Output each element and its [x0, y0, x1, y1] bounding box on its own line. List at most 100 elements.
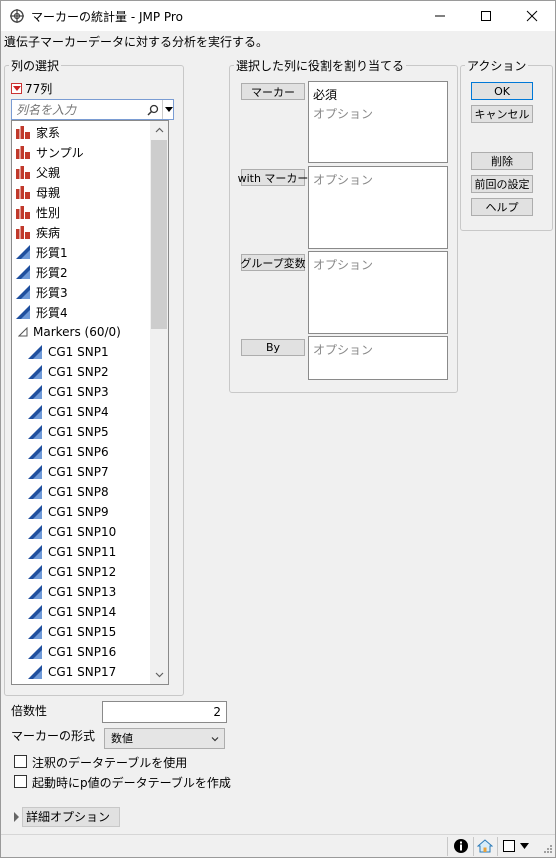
column-list-item[interactable]: CG1 SNP2	[27, 362, 109, 382]
info-icon[interactable]	[453, 838, 469, 854]
role-button-with-marker[interactable]: with マーカー	[238, 169, 308, 186]
role-list-marker[interactable]: 必須 オプション	[308, 81, 448, 163]
continuous-triangle-icon	[28, 645, 42, 659]
role-button-by[interactable]: By	[241, 339, 305, 356]
column-list-scrollbar[interactable]	[150, 121, 168, 684]
nominal-bar-icon	[16, 126, 30, 139]
column-list-item[interactable]: CG1 SNP5	[27, 422, 109, 442]
advanced-options-button[interactable]: 詳細オプション	[22, 807, 120, 827]
column-list-item[interactable]: 父親	[15, 162, 60, 182]
actions-label: アクション	[465, 57, 529, 74]
column-search-input[interactable]	[16, 102, 144, 117]
continuous-triangle-icon	[28, 365, 42, 379]
column-list-item[interactable]: 疾病	[15, 222, 60, 242]
continuous-triangle-icon	[16, 285, 30, 299]
maximize-button[interactable]	[463, 1, 509, 31]
group-collapse-triangle-icon[interactable]	[18, 327, 28, 337]
column-list-item[interactable]: CG1 SNP15	[27, 622, 116, 642]
column-list-item[interactable]: CG1 SNP1	[27, 342, 109, 362]
pvalue-table-checkbox[interactable]	[14, 775, 27, 788]
role-list-with-marker[interactable]: オプション	[308, 166, 448, 249]
column-list-item[interactable]: サンプル	[15, 142, 84, 162]
role-optional-text: オプション	[313, 107, 374, 121]
cancel-button[interactable]: キャンセル	[471, 105, 533, 123]
advanced-options-outline[interactable]: 詳細オプション	[14, 807, 120, 827]
column-group-header[interactable]: Markers (60/0)	[18, 322, 121, 342]
recall-button[interactable]: 前回の設定	[471, 175, 533, 193]
ploidy-input[interactable]: 2	[102, 701, 227, 723]
column-list-item[interactable]: CG1 SNP12	[27, 562, 116, 582]
nominal-bar-icon	[16, 226, 30, 239]
scroll-up-arrow-icon[interactable]	[150, 121, 168, 139]
title-bar: マーカーの統計量 - JMP Pro	[1, 1, 555, 31]
ok-button[interactable]: OK	[471, 82, 533, 100]
column-list-item[interactable]: CG1 SNP8	[27, 482, 109, 502]
column-list-item[interactable]: CG1 SNP14	[27, 602, 116, 622]
close-icon	[526, 10, 538, 22]
search-options-dropdown[interactable]	[162, 100, 174, 119]
help-button[interactable]: ヘルプ	[471, 198, 533, 216]
column-count-menu[interactable]: 77列	[11, 80, 52, 97]
column-list-item[interactable]: CG1 SNP13	[27, 582, 116, 602]
ploidy-label: 倍数性	[11, 704, 48, 718]
continuous-triangle-icon	[28, 525, 42, 539]
column-list-item[interactable]: CG1 SNP17	[27, 662, 116, 682]
column-list-item[interactable]: CG1 SNP4	[27, 402, 109, 422]
status-bar	[1, 834, 555, 857]
column-list-item[interactable]: 形質4	[15, 302, 68, 322]
nominal-bar-icon	[16, 166, 30, 179]
status-separator	[497, 837, 498, 856]
column-list-item[interactable]: CG1 SNP6	[27, 442, 109, 462]
column-list-item[interactable]: 形質3	[15, 282, 68, 302]
dialog-description: 遺伝子マーカーデータに対する分析を実行する。	[4, 35, 269, 49]
column-name: 疾病	[36, 225, 61, 240]
column-list-item[interactable]: CG1 SNP10	[27, 522, 116, 542]
column-list[interactable]: 家系サンプル 父親 母親 性別疾病形質1 形質2 形質3 形質4 Markers (60/0)…	[11, 120, 169, 685]
marker-format-label: マーカーの形式	[11, 729, 96, 743]
home-icon[interactable]	[477, 838, 493, 854]
scrollbar-thumb[interactable]	[151, 140, 167, 329]
resize-grip-icon[interactable]	[541, 844, 553, 856]
role-assignment-label: 選択した列に役割を割り当てる	[234, 57, 407, 74]
status-separator	[447, 837, 448, 856]
remove-button[interactable]: 削除	[471, 152, 533, 170]
role-list-by[interactable]: オプション	[308, 336, 448, 380]
column-name: CG1 SNP13	[48, 585, 117, 599]
column-name: CG1 SNP3	[48, 385, 109, 399]
column-list-item[interactable]: CG1 SNP16	[27, 642, 116, 662]
column-name: 形質1	[36, 245, 68, 260]
window-list-icon[interactable]	[502, 839, 516, 853]
column-list-item[interactable]: 性別	[15, 202, 60, 222]
chevron-down-icon[interactable]	[520, 843, 529, 849]
column-list-item[interactable]: 形質1	[15, 242, 68, 262]
column-list-item[interactable]: 母親	[15, 182, 60, 202]
column-name: CG1 SNP6	[48, 445, 109, 459]
continuous-triangle-icon	[16, 245, 30, 259]
continuous-triangle-icon	[28, 505, 42, 519]
role-list-group-variable[interactable]: オプション	[308, 251, 448, 334]
column-list-item[interactable]: CG1 SNP9	[27, 502, 109, 522]
close-button[interactable]	[509, 1, 555, 31]
role-button-group-variable[interactable]: グループ変数	[240, 254, 306, 271]
column-list-item[interactable]: CG1 SNP7	[27, 462, 109, 482]
continuous-triangle-icon	[28, 425, 42, 439]
column-list-item[interactable]: 形質2	[15, 262, 68, 282]
disclosure-triangle-icon[interactable]	[14, 812, 19, 822]
column-list-item[interactable]: CG1 SNP11	[27, 542, 116, 562]
column-list-item[interactable]: CG1 SNP3	[27, 382, 109, 402]
role-optional-text: オプション	[313, 343, 374, 357]
column-name: 家系	[36, 125, 61, 140]
annotation-table-checkbox[interactable]	[14, 755, 27, 768]
search-icon[interactable]	[146, 103, 160, 117]
chevron-down-icon	[211, 737, 219, 742]
red-triangle-menu-icon[interactable]	[11, 83, 22, 94]
column-count: 77列	[25, 82, 53, 96]
marker-format-select[interactable]: 数値	[104, 728, 225, 749]
column-select-label: 列の選択	[9, 57, 62, 74]
role-button-marker[interactable]: マーカー	[241, 83, 305, 100]
scroll-down-arrow-icon[interactable]	[150, 666, 168, 684]
minimize-button[interactable]	[417, 1, 463, 31]
column-list-item[interactable]: 家系	[15, 122, 60, 142]
continuous-triangle-icon	[28, 545, 42, 559]
column-group-name: Markers (60/0)	[33, 325, 121, 339]
